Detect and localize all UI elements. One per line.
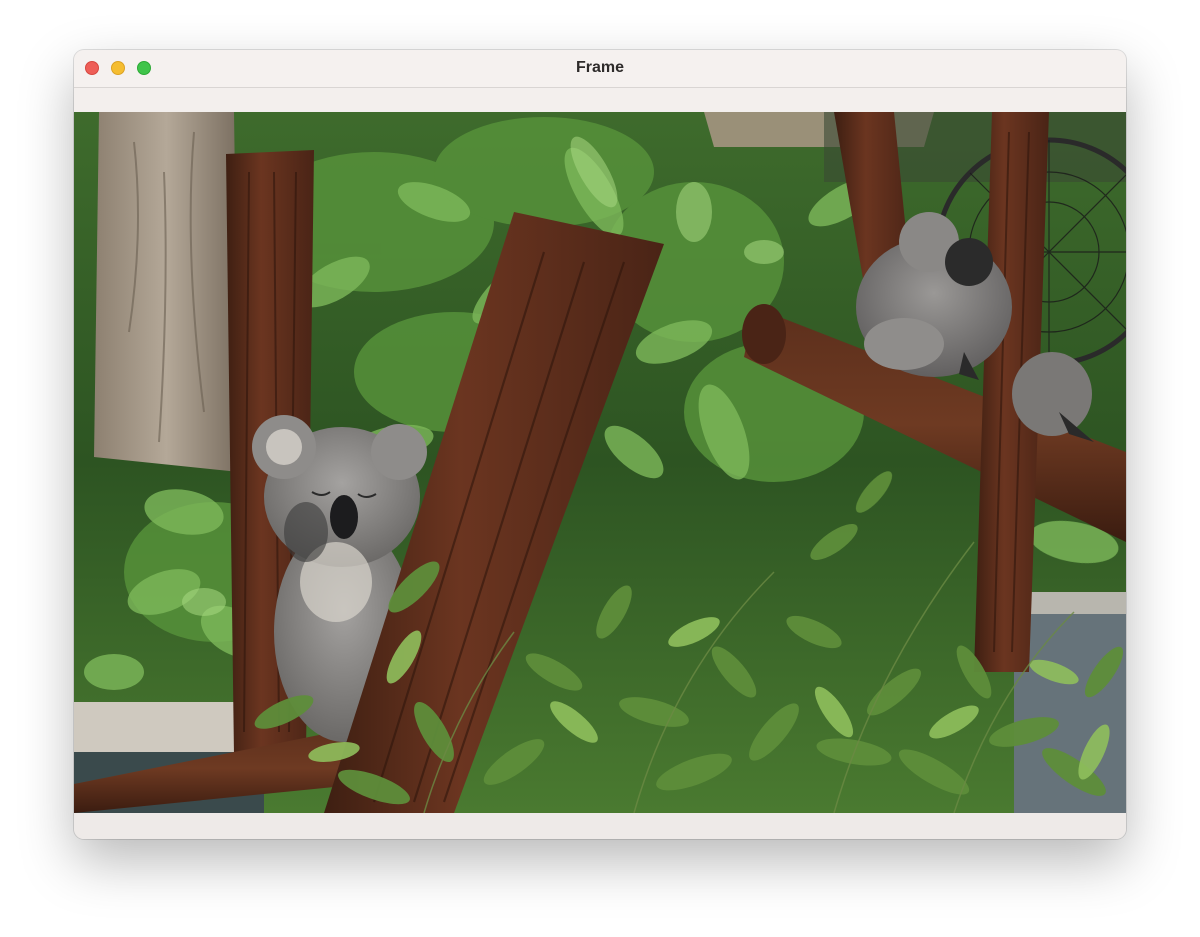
koala-photo <box>74 112 1126 813</box>
app-window: Frame <box>74 50 1126 839</box>
toolbar-area <box>74 88 1126 112</box>
title-bar[interactable]: Frame <box>74 50 1126 88</box>
status-area <box>74 813 1126 839</box>
desktop: Frame <box>0 0 1200 937</box>
window-title: Frame <box>575 59 625 76</box>
